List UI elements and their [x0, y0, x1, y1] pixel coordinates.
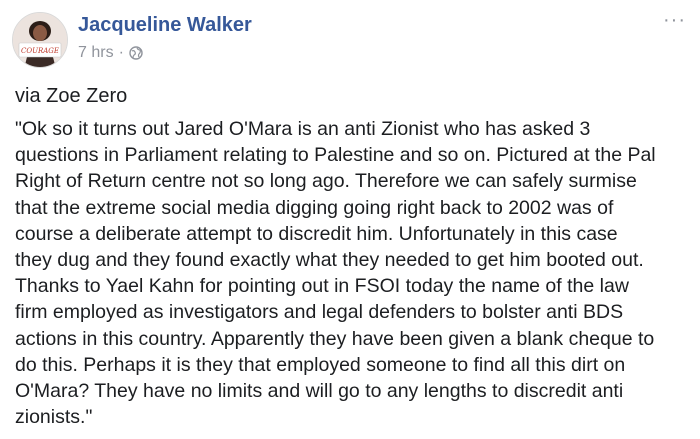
globe-icon[interactable]: [129, 46, 143, 60]
more-options-icon[interactable]: ···: [663, 10, 686, 30]
facebook-post: COURAGE Jacqueline Walker 7 hrs · ··· vi…: [0, 0, 700, 439]
post-body-line: Right of Return centre not so long ago. …: [15, 170, 637, 193]
post-body-line: "Ok so it turns out Jared O'Mara is an a…: [15, 118, 591, 140]
post-body-line: questions in Parliament relating to Pale…: [15, 144, 656, 167]
post-body-line: O'Mara? They have no limits and will go …: [15, 380, 624, 403]
avatar[interactable]: COURAGE: [12, 12, 68, 68]
meta-separator: ·: [118, 44, 124, 61]
post-body-line: zionists.": [15, 406, 93, 429]
post-body-line: actions in this country. Apparently they…: [15, 327, 655, 350]
post-body-line: firm employed as investigators and legal…: [15, 301, 624, 324]
author-name[interactable]: Jacqueline Walker: [78, 14, 252, 37]
post-timestamp[interactable]: 7 hrs: [78, 44, 114, 62]
post-via-line: via Zoe Zero: [15, 85, 128, 107]
post-body-line: Thanks to Yael Kahn for pointing out in …: [15, 275, 629, 298]
avatar-sign-text: COURAGE: [21, 47, 59, 55]
post-body-line: that the extreme social media digging go…: [15, 196, 614, 219]
post-body: "Ok so it turns out Jared O'Mara is an a…: [15, 116, 691, 430]
post-body-line: do this. Perhaps it is they that employe…: [15, 353, 626, 376]
post-body-line: course a deliberate attempt to discredit…: [15, 222, 618, 245]
post-meta: 7 hrs ·: [78, 44, 143, 62]
avatar-photo: COURAGE: [13, 13, 67, 67]
post-body-line: they dug and they found exactly what the…: [15, 249, 644, 272]
